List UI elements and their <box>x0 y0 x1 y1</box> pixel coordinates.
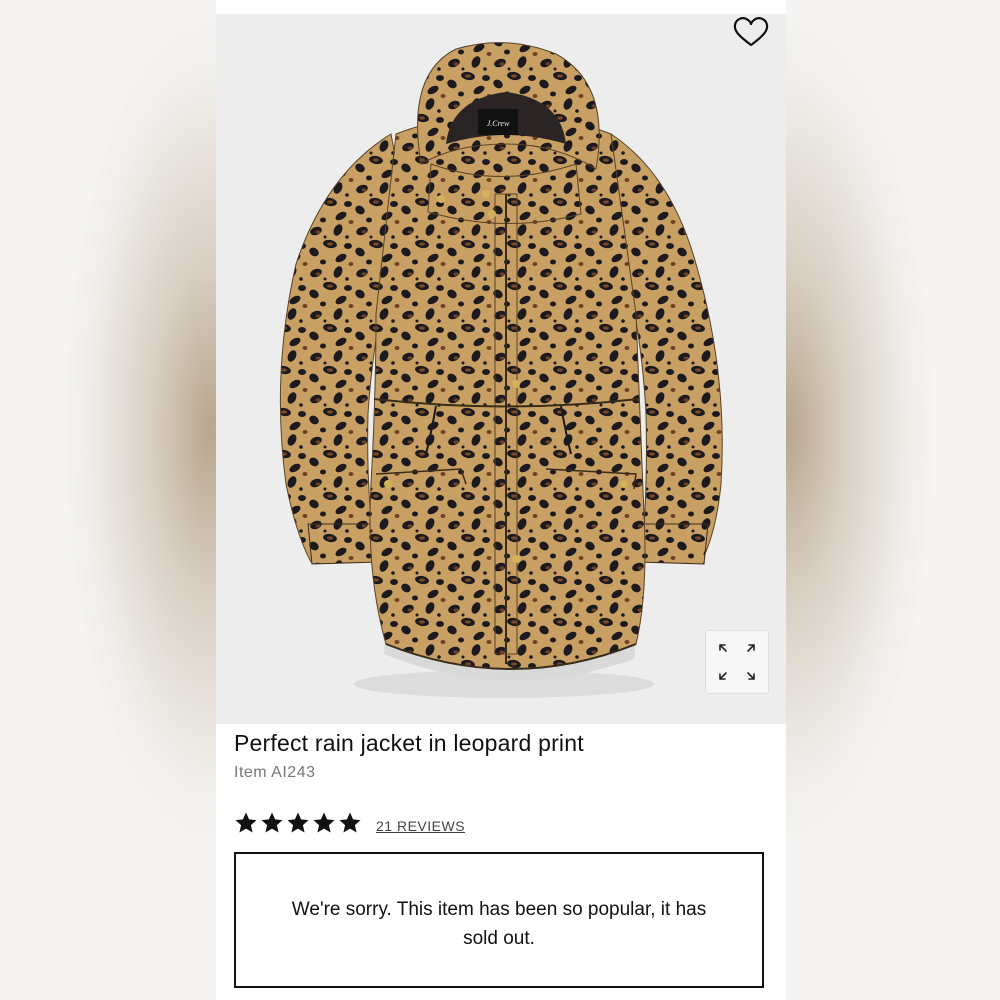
heart-icon <box>733 17 769 47</box>
star-icon <box>339 812 361 833</box>
star-icon <box>313 812 335 833</box>
background-right <box>786 0 1000 1000</box>
product-title: Perfect rain jacket in leopard print <box>234 730 584 756</box>
brand-label: J.Crew <box>487 119 510 128</box>
sold-out-notice: We're sorry. This item has been so popul… <box>234 852 764 988</box>
top-bar <box>216 0 786 14</box>
product-panel: J.Crew Perfect rain jacket in leopard pr… <box>216 0 786 1000</box>
jacket-illustration: J.Crew <box>279 42 723 698</box>
reviews-link[interactable]: 21 REVIEWS <box>376 818 465 834</box>
background-left <box>0 0 216 1000</box>
favorite-button[interactable] <box>731 14 771 50</box>
product-image[interactable]: J.Crew <box>216 14 786 724</box>
rating-stars <box>234 811 362 835</box>
item-number: Item AI243 <box>234 764 316 781</box>
sold-out-message: We're sorry. This item has been so popul… <box>291 899 707 949</box>
star-icon <box>235 812 257 833</box>
star-icon <box>261 812 283 833</box>
expand-button[interactable] <box>705 630 769 694</box>
star-icon <box>287 812 309 833</box>
expand-arrows-icon <box>719 644 755 680</box>
